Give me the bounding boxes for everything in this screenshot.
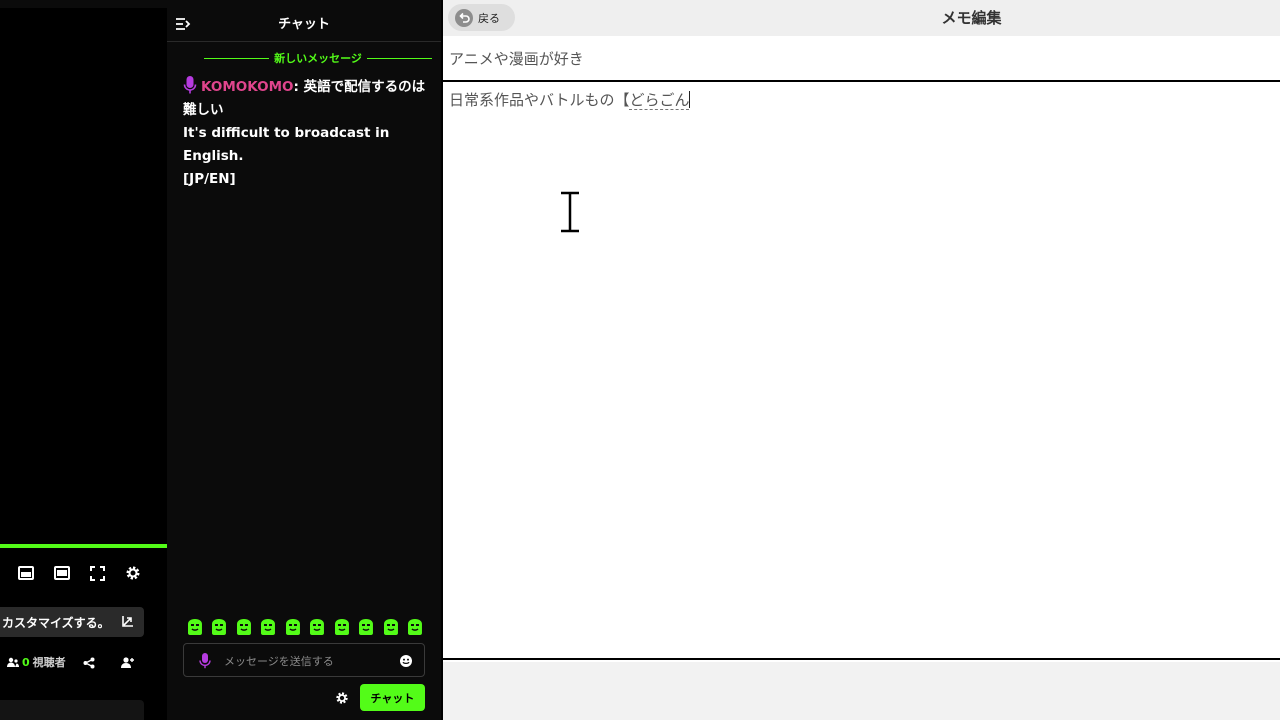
- customize-label: カスタマイズする。: [2, 615, 110, 630]
- memo-body-text: 日常系作品やバトルもの【どらごん: [449, 89, 691, 110]
- chat-input-box[interactable]: [183, 643, 425, 677]
- back-label: 戻る: [478, 11, 500, 25]
- chat-translation-tag: [JP/EN]: [183, 171, 236, 187]
- chat-separator: :: [293, 79, 304, 95]
- external-link-icon: [122, 616, 133, 627]
- viewers-icon: [7, 657, 19, 667]
- back-arrow-icon: [455, 8, 473, 27]
- chat-settings-icon[interactable]: [335, 690, 349, 704]
- viewer-row: 0 視聴者: [0, 650, 167, 674]
- text-cursor-icon: [561, 190, 579, 234]
- viewer-count-number: 0: [22, 655, 30, 669]
- microphone-icon: [183, 76, 197, 94]
- memo-title-input[interactable]: [443, 37, 1280, 80]
- memo-title-field[interactable]: [443, 37, 1280, 82]
- microphone-icon[interactable]: [199, 653, 211, 669]
- chat-message: KOMOKOMO: 英語で配信するのは難しい It's difficult to…: [183, 76, 429, 191]
- chat-translation: It's difficult to broadcast in English.: [183, 125, 390, 164]
- viewer-count-label: 視聴者: [32, 656, 66, 669]
- emoji-picker-icon[interactable]: [400, 655, 412, 667]
- chat-panel: チャット 新しいメッセージ KOMOKOMO: 英語で配信するのは難しい It'…: [167, 0, 441, 720]
- chat-message-input[interactable]: [224, 650, 394, 672]
- player-controls: [0, 558, 167, 588]
- new-messages-divider: 新しいメッセージ: [204, 50, 432, 66]
- fullscreen-icon[interactable]: [86, 562, 108, 584]
- memo-body-textarea[interactable]: 日常系作品やバトルもの【どらごん: [443, 84, 1280, 660]
- customize-button[interactable]: カスタマイズする。: [0, 607, 144, 637]
- viewer-count: 0 視聴者: [7, 654, 66, 670]
- memo-page-title: メモ編集: [941, 9, 1002, 27]
- emote-icon[interactable]: [234, 617, 254, 637]
- emote-icon[interactable]: [283, 617, 303, 637]
- emote-icon[interactable]: [356, 617, 376, 637]
- send-chat-button[interactable]: チャット: [360, 684, 425, 711]
- text-caret: [689, 91, 691, 108]
- emote-icon[interactable]: [185, 617, 205, 637]
- memo-body-composing: どらごん: [629, 91, 690, 110]
- chat-header: チャット: [167, 0, 441, 42]
- emote-icon[interactable]: [209, 617, 229, 637]
- memo-footer: [443, 662, 1280, 720]
- emote-icon[interactable]: [258, 617, 278, 637]
- emote-icon[interactable]: [405, 617, 425, 637]
- share-icon[interactable]: [83, 654, 97, 670]
- chat-username[interactable]: KOMOKOMO: [201, 79, 293, 95]
- live-progress-bar[interactable]: [0, 544, 167, 548]
- memo-editor: 戻る メモ編集 日常系作品やバトルもの【どらごん: [443, 0, 1280, 720]
- emote-icon[interactable]: [381, 617, 401, 637]
- emote-bar: [185, 617, 425, 637]
- follow-user-icon[interactable]: [121, 654, 135, 670]
- player-top-bar: [0, 0, 167, 8]
- left-bottom-panel: [0, 700, 144, 720]
- memo-header: 戻る メモ編集: [443, 0, 1280, 36]
- back-button[interactable]: 戻る: [448, 4, 515, 31]
- theater-mode-icon[interactable]: [15, 562, 37, 584]
- emote-icon[interactable]: [307, 617, 327, 637]
- settings-icon[interactable]: [122, 562, 144, 584]
- emote-icon[interactable]: [332, 617, 352, 637]
- video-player[interactable]: カスタマイズする。 0 視聴者: [0, 0, 167, 720]
- memo-body-committed: 日常系作品やバトルもの【: [449, 91, 630, 109]
- mini-player-icon[interactable]: [51, 562, 73, 584]
- chat-title: チャット: [278, 17, 330, 32]
- new-messages-label: 新しいメッセージ: [274, 52, 362, 65]
